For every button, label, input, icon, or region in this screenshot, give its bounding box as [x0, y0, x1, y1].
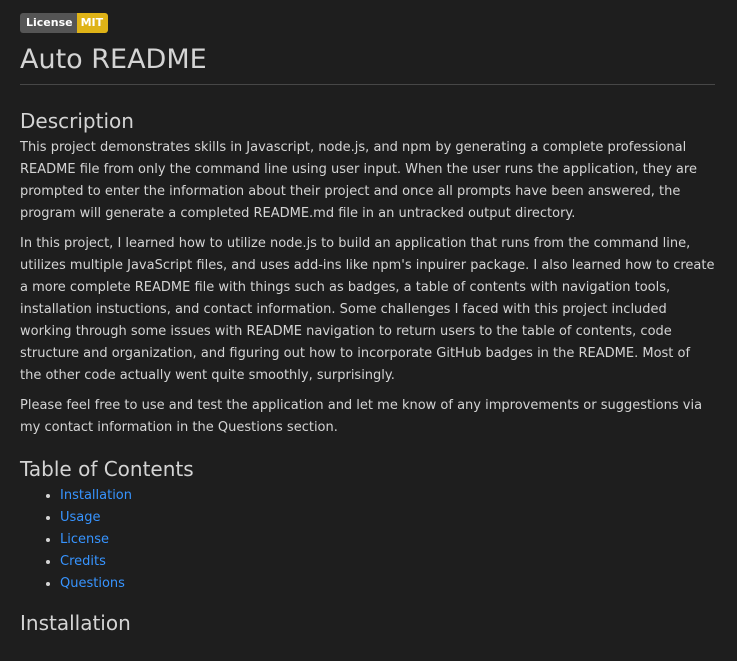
toc-item-license: License — [60, 529, 715, 551]
toc-list: Installation Usage License Credits Quest… — [20, 485, 715, 595]
toc-item-usage: Usage — [60, 507, 715, 529]
readme-preview: License MIT Auto README Description This… — [0, 0, 737, 661]
license-badge[interactable]: License MIT — [20, 13, 109, 33]
toc-link-questions[interactable]: Questions — [60, 576, 125, 591]
installation-heading: Installation — [20, 611, 131, 635]
description-paragraph-3: Please feel free to use and test the app… — [20, 398, 703, 435]
toc-link-license[interactable]: License — [60, 532, 109, 547]
toc-item-questions: Questions — [60, 573, 715, 595]
license-badge-label: License — [20, 13, 77, 33]
toc-heading: Table of Contents — [20, 457, 194, 481]
toc-link-usage[interactable]: Usage — [60, 510, 101, 525]
description-paragraph-2: In this project, I learned how to utiliz… — [20, 236, 715, 383]
license-badge-value: MIT — [76, 13, 109, 33]
toc-item-credits: Credits — [60, 551, 715, 573]
toc-item-installation: Installation — [60, 485, 715, 507]
description-heading: Description — [20, 109, 134, 133]
description-paragraph-1: This project demonstrates skills in Java… — [20, 140, 697, 221]
toc-link-credits[interactable]: Credits — [60, 554, 106, 569]
page-title: Auto README — [20, 40, 715, 85]
toc-link-installation[interactable]: Installation — [60, 488, 132, 503]
